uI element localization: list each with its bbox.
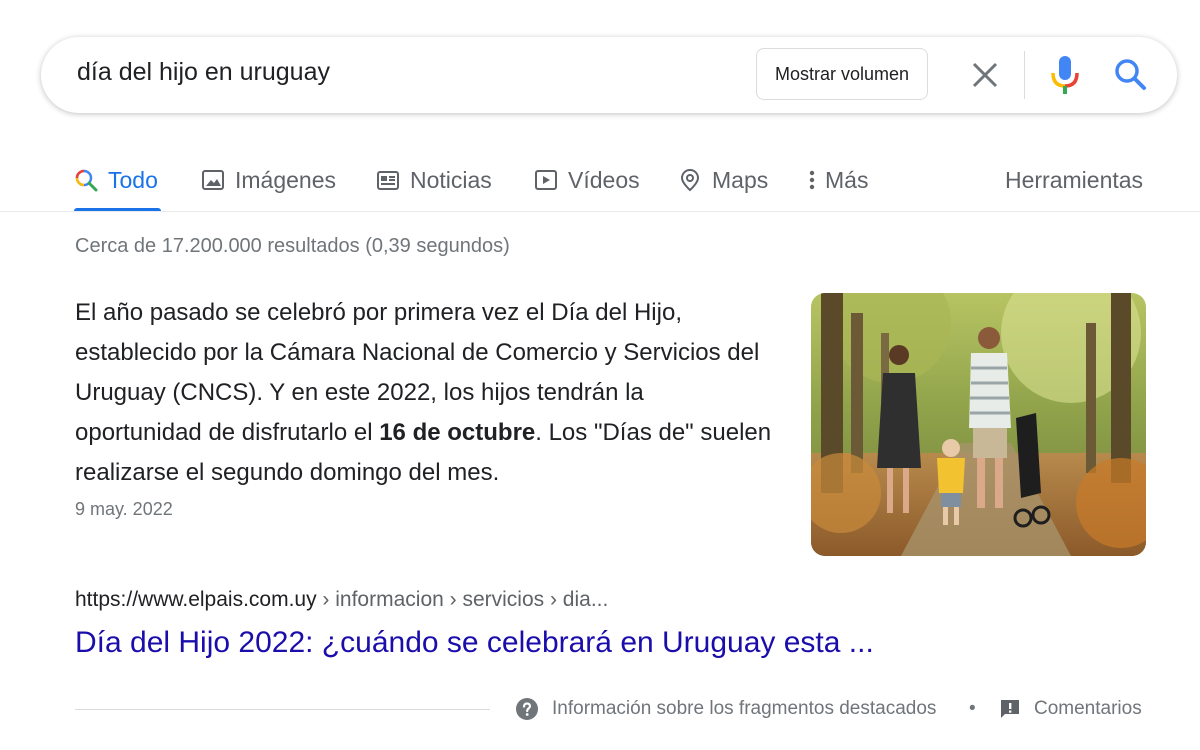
result-url[interactable]: https://www.elpais.com.uy › informacion …	[75, 588, 608, 612]
tab-todo[interactable]: Todo	[74, 160, 158, 200]
close-icon[interactable]	[969, 59, 1001, 91]
search-bar: día del hijo en uruguay Mostrar volumen	[41, 37, 1177, 113]
result-stats: Cerca de 17.200.000 resultados (0,39 seg…	[75, 235, 510, 257]
search-icon	[75, 169, 98, 192]
feedback-label: Comentarios	[1034, 698, 1142, 719]
mic-icon[interactable]	[1050, 55, 1080, 95]
tools-button[interactable]: Herramientas	[1005, 160, 1143, 200]
about-snippets-label: Información sobre los fragmentos destaca…	[552, 698, 937, 719]
more-vert-icon	[809, 170, 815, 190]
tab-label: Vídeos	[568, 166, 640, 193]
result-title-link[interactable]: Día del Hijo 2022: ¿cuándo se celebrará …	[75, 626, 874, 660]
tab-label: Noticias	[410, 166, 492, 193]
footer-separator: •	[969, 698, 976, 719]
family-walking-park-photo[interactable]	[811, 293, 1146, 556]
show-volume-button[interactable]: Mostrar volumen	[756, 48, 928, 100]
tab-imagenes[interactable]: Imágenes	[201, 160, 336, 200]
image-icon	[202, 170, 224, 190]
about-snippets-link[interactable]: Información sobre los fragmentos destaca…	[515, 696, 936, 722]
tab-label: Maps	[712, 166, 769, 193]
play-icon	[535, 170, 557, 190]
tab-label: Todo	[108, 166, 158, 193]
tabs-divider	[0, 211, 1200, 212]
featured-snippet-text: El año pasado se celebró por primera vez…	[75, 293, 775, 493]
feedback-icon	[1001, 700, 1019, 718]
tab-mas[interactable]: Más	[805, 160, 868, 200]
search-tabs: Todo Imágenes Noticias Vídeos Maps Más H…	[0, 150, 1200, 214]
tab-videos[interactable]: Vídeos	[534, 160, 640, 200]
map-pin-icon	[680, 168, 700, 192]
tab-label: Más	[825, 166, 869, 193]
help-icon	[516, 698, 538, 720]
snippet-divider	[75, 709, 490, 710]
result-breadcrumbs: › informacion › servicios › dia...	[316, 588, 609, 611]
tab-maps[interactable]: Maps	[678, 160, 768, 200]
feedback-link[interactable]: Comentarios	[998, 696, 1142, 722]
tab-label: Imágenes	[235, 166, 337, 193]
snippet-highlight: 16 de octubre	[379, 419, 536, 446]
search-input[interactable]: día del hijo en uruguay	[77, 58, 330, 87]
search-bar-divider	[1024, 51, 1025, 99]
search-icon[interactable]	[1113, 57, 1147, 91]
snippet-date: 9 may. 2022	[75, 499, 173, 519]
tab-noticias[interactable]: Noticias	[376, 160, 492, 200]
news-icon	[377, 171, 399, 190]
result-domain: https://www.elpais.com.uy	[75, 588, 317, 611]
